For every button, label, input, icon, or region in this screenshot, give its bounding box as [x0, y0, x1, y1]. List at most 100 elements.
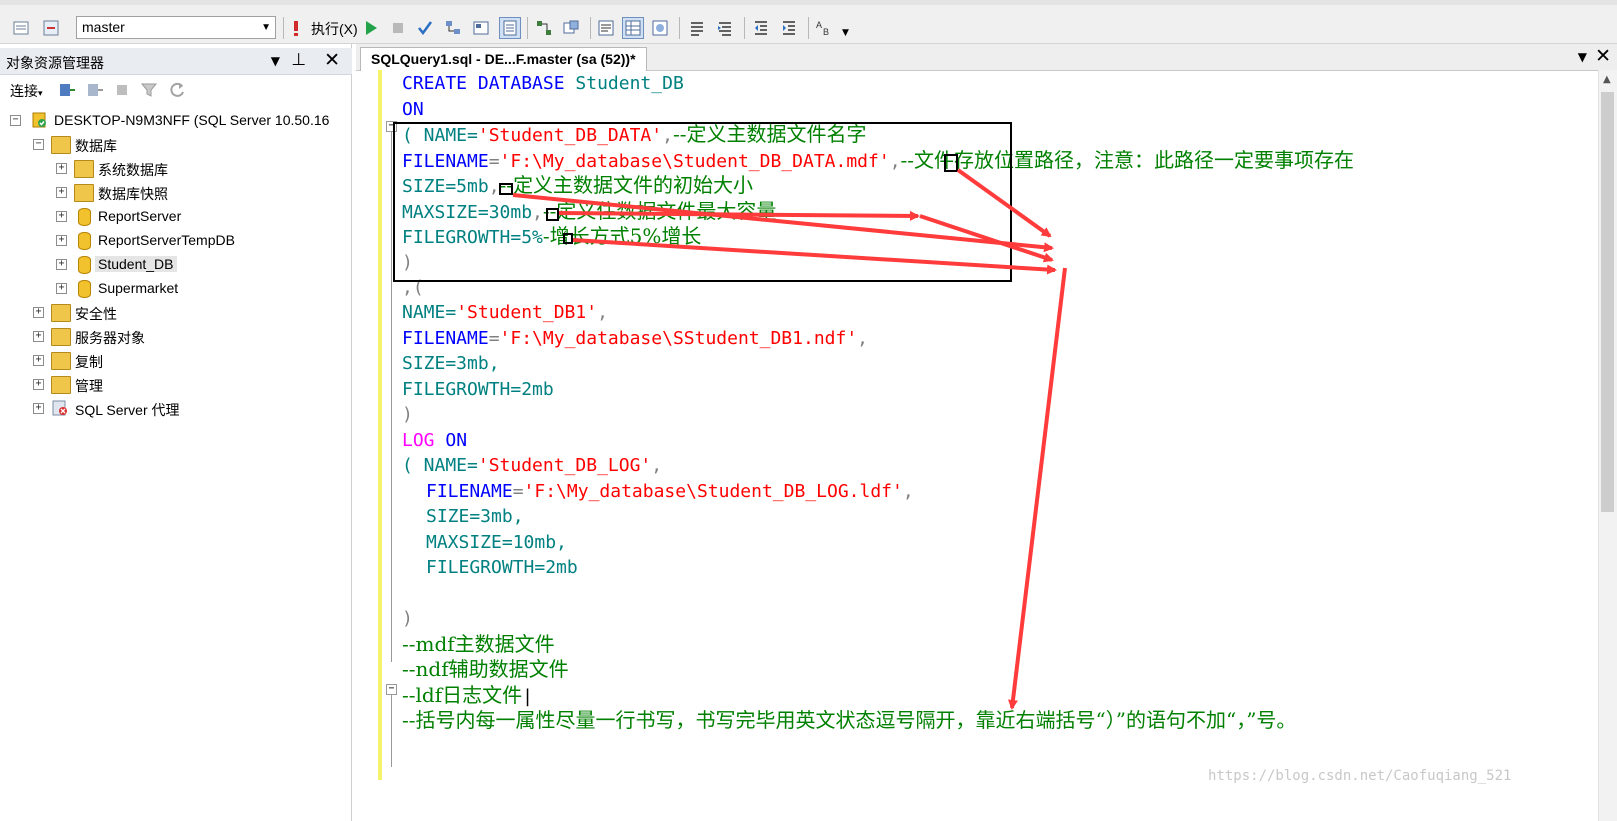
close-tab-icon[interactable]: ✕ — [1595, 45, 1611, 67]
toolbar-separator — [283, 17, 284, 39]
connect-button[interactable]: 连接▾ — [10, 81, 43, 101]
execute-button[interactable]: 执行(X) — [311, 19, 358, 39]
svg-text:A: A — [816, 20, 822, 30]
collapse-region-icon[interactable]: − — [386, 684, 397, 695]
change-tracking-margin — [378, 70, 382, 780]
watermark: https://blog.csdn.net/Caofuqiang_521 — [1208, 768, 1512, 784]
tab-label: SQLQuery1.sql - DE...F.master (sa (52))* — [371, 51, 636, 67]
expand-icon[interactable]: + — [33, 331, 44, 342]
results-to-grid-icon[interactable] — [499, 17, 521, 39]
close-icon[interactable]: ✕ — [324, 49, 340, 71]
tree-item-label: Supermarket — [98, 280, 179, 296]
code-text: FILEGROWTH=2mb — [426, 557, 578, 578]
database-icon — [78, 232, 91, 250]
toolbar-top-strip — [0, 0, 1617, 5]
code-keyword: LOG — [402, 430, 435, 451]
connect-label: 连接 — [10, 83, 38, 99]
expand-icon[interactable]: + — [56, 283, 67, 294]
decrease-indent-icon[interactable] — [752, 19, 770, 37]
results-to-file-icon[interactable] — [651, 19, 669, 37]
code-comment: --括号内每一属性尽量一行书写，书写完毕用英文状态逗号隔开，靠近右端括号“）”的… — [402, 708, 1297, 732]
exclamation-icon[interactable] — [287, 19, 305, 37]
pin-icon[interactable]: ⊥ — [291, 50, 306, 70]
comment-lines-icon[interactable] — [688, 19, 706, 37]
server-icon — [32, 112, 46, 128]
filter-icon[interactable] — [140, 81, 158, 99]
code-line[interactable]: --ldf日志文件| — [402, 683, 533, 708]
code-punct: , — [597, 302, 608, 323]
include-plan-icon[interactable] — [535, 19, 553, 37]
collapse-icon[interactable]: − — [10, 115, 21, 126]
code-line[interactable]: ) — [402, 402, 413, 427]
code-line[interactable]: MAXSIZE=10mb, — [426, 530, 567, 555]
folder-icon — [51, 352, 71, 370]
query-designer-icon[interactable] — [472, 19, 490, 37]
expand-icon[interactable]: + — [56, 187, 67, 198]
annotation-comma-marker — [944, 154, 958, 172]
scrollbar-thumb[interactable] — [1601, 92, 1614, 512]
tab-sqlquery1[interactable]: SQLQuery1.sql - DE...F.master (sa (52))* — [360, 47, 647, 71]
stop-icon[interactable] — [116, 84, 128, 96]
collapse-icon[interactable]: − — [33, 139, 44, 150]
results-to-grid-active-icon[interactable] — [622, 17, 644, 39]
client-statistics-icon[interactable] — [562, 19, 580, 37]
code-line[interactable]: SIZE=3mb, — [426, 504, 524, 529]
expand-icon[interactable]: + — [56, 259, 67, 270]
tab-list-dropdown-icon[interactable]: ▼ — [1578, 50, 1587, 64]
folder-icon — [51, 376, 71, 394]
code-punct: , — [651, 455, 663, 476]
expand-icon[interactable]: + — [56, 235, 67, 246]
window-position-dropdown-icon[interactable]: ▼ — [271, 54, 280, 68]
display-plan-icon[interactable] — [444, 19, 462, 37]
object-explorer-toolbar: 连接▾ — [0, 76, 352, 104]
expand-icon[interactable]: + — [33, 379, 44, 390]
folder-icon — [51, 328, 71, 346]
expand-icon[interactable]: + — [33, 355, 44, 366]
code-line[interactable]: FILENAME='F:\My_database\Student_DB_LOG.… — [426, 479, 914, 504]
specify-values-icon[interactable]: AB — [815, 19, 833, 37]
object-explorer-header: 对象资源管理器 ▼ ⊥ ✕ — [0, 48, 352, 75]
code-line[interactable]: LOG ON — [402, 428, 467, 453]
results-icon[interactable] — [12, 19, 30, 37]
code-text: NAME= — [402, 302, 457, 323]
toolbar-separator — [808, 17, 809, 39]
code-line[interactable]: ON — [402, 97, 424, 122]
expand-icon[interactable]: + — [33, 403, 44, 414]
code-line[interactable]: --ndf辅助数据文件 — [402, 657, 569, 682]
tree-item-label: 服务器对象 — [75, 330, 145, 346]
change-connection-icon[interactable] — [42, 19, 60, 37]
code-line[interactable]: FILENAME='F:\My_database\SStudent_DB1.nd… — [402, 326, 868, 351]
code-line[interactable]: ( NAME='Student_DB_LOG', — [402, 453, 662, 478]
results-to-text-icon[interactable] — [597, 19, 615, 37]
code-punct: ) — [402, 608, 413, 629]
refresh-icon[interactable] — [168, 81, 186, 99]
code-line[interactable]: --括号内每一属性尽量一行书写，书写完毕用英文状态逗号隔开，靠近右端括号“）”的… — [402, 708, 1296, 733]
expand-icon[interactable]: + — [56, 163, 67, 174]
databases-label: 数据库 — [75, 138, 117, 154]
increase-indent-icon[interactable] — [780, 19, 798, 37]
code-line[interactable]: NAME='Student_DB1', — [402, 300, 608, 325]
connect-object-explorer-icon[interactable] — [58, 81, 76, 99]
code-line[interactable]: CREATE DATABASE Student_DB — [402, 71, 684, 96]
toolbar-separator — [744, 17, 745, 39]
parse-check-icon[interactable] — [416, 19, 434, 37]
uncomment-lines-icon[interactable] — [716, 19, 734, 37]
scroll-up-icon[interactable]: ▲ — [1603, 74, 1611, 85]
database-icon — [78, 256, 91, 274]
debug-play-icon[interactable] — [362, 19, 380, 37]
code-line[interactable]: FILEGROWTH=2mb — [426, 555, 578, 580]
expand-icon[interactable]: + — [56, 211, 67, 222]
code-text: SIZE=3mb, — [402, 353, 500, 374]
code-line[interactable]: SIZE=3mb, — [402, 351, 500, 376]
expand-icon[interactable]: + — [33, 307, 44, 318]
vertical-scrollbar[interactable]: ▲ — [1598, 70, 1617, 821]
folder-icon — [74, 184, 94, 202]
stop-icon[interactable] — [389, 19, 407, 37]
database-combo[interactable]: master ▼ — [76, 16, 276, 39]
code-line[interactable]: --mdf主数据文件 — [402, 632, 555, 657]
toolbar-overflow-icon[interactable]: ▼ — [842, 28, 849, 38]
disconnect-icon[interactable] — [86, 81, 104, 99]
code-line[interactable]: FILEGROWTH=2mb — [402, 377, 554, 402]
code-line[interactable]: ) — [402, 606, 413, 631]
folder-icon — [74, 160, 94, 178]
